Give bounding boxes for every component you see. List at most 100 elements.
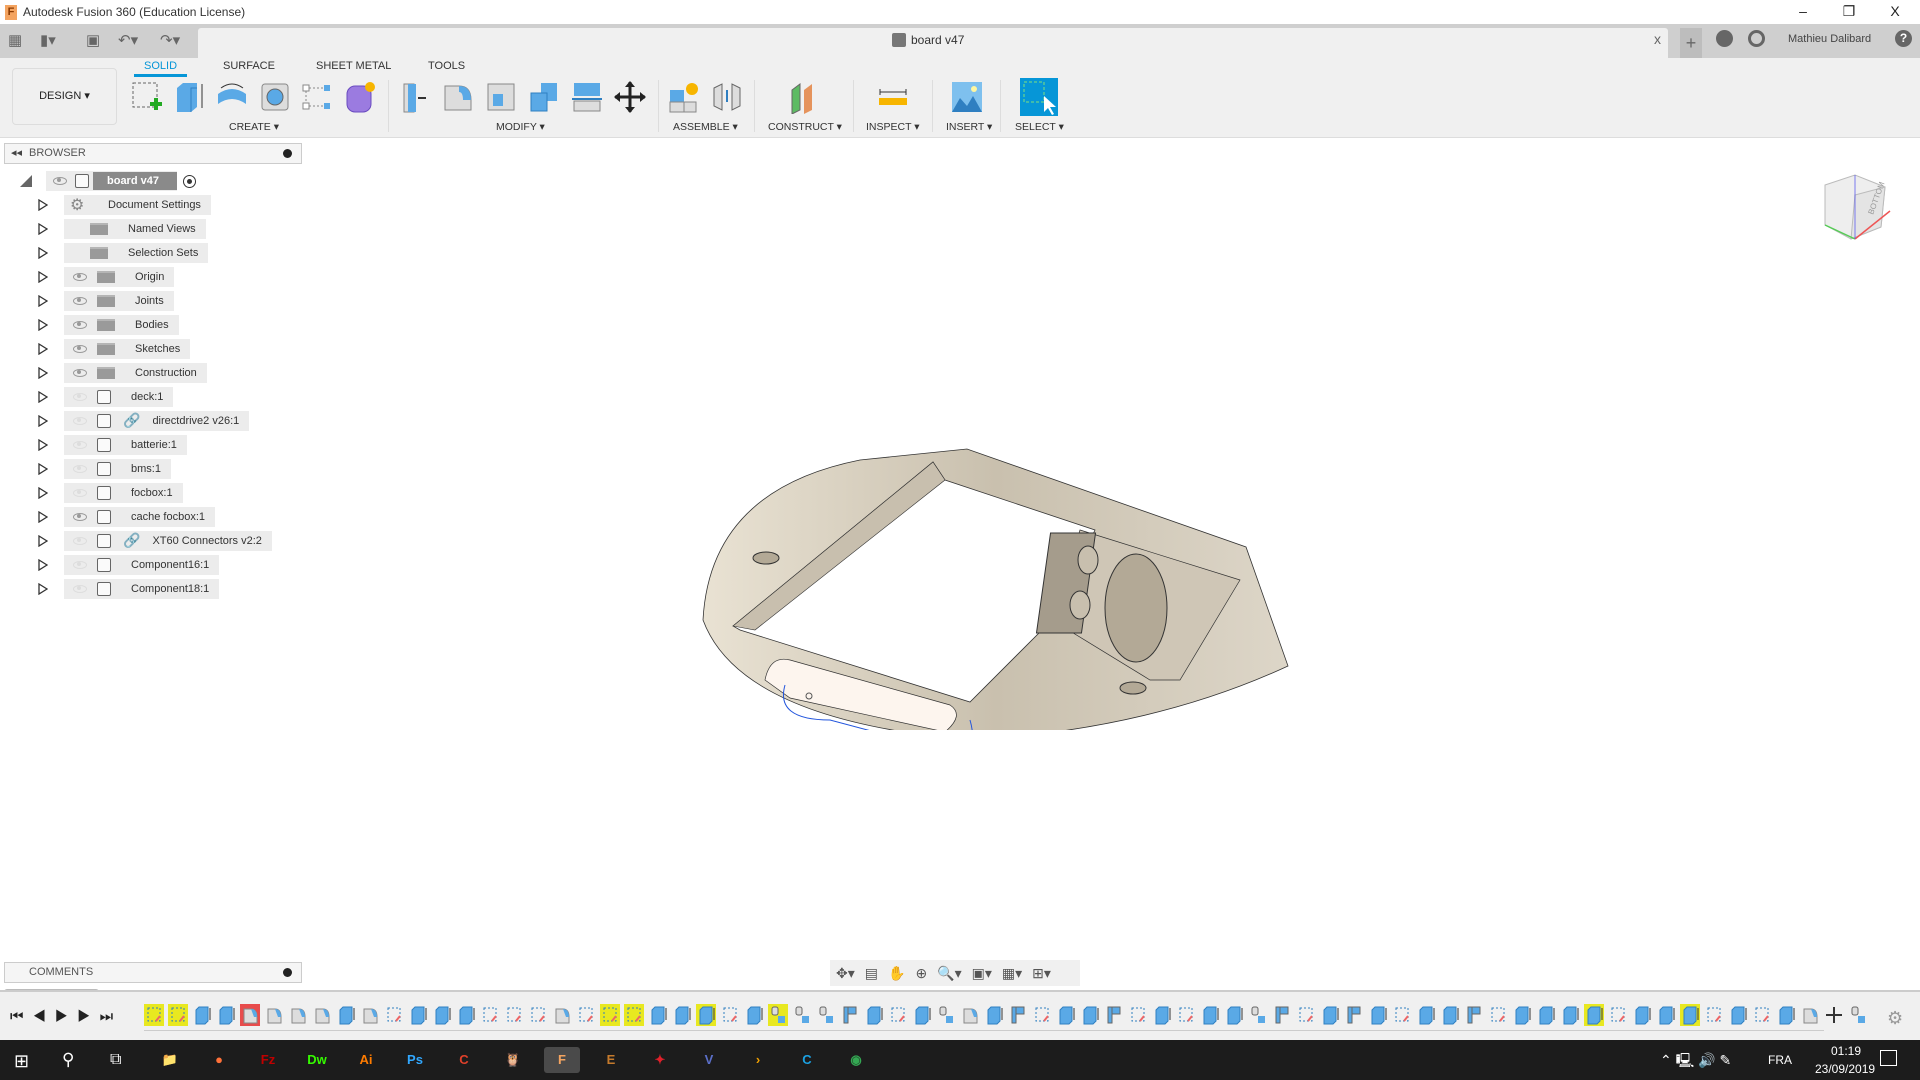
move-copy-icon[interactable]: [613, 80, 647, 114]
timeline-feature-joint[interactable]: [792, 1004, 812, 1026]
press-pull-icon[interactable]: [398, 80, 432, 114]
task-view-icon[interactable]: ⧉: [110, 1051, 121, 1069]
close-button[interactable]: X: [1872, 0, 1918, 24]
taskbar-app-icon[interactable]: Ai: [353, 1047, 379, 1073]
expand-triangle-icon[interactable]: [38, 415, 48, 427]
tab-solid[interactable]: SOLID: [134, 60, 188, 77]
browser-item[interactable]: ⚙ Document Settings: [38, 195, 211, 215]
timeline-track[interactable]: [144, 1030, 1824, 1031]
timeline-feature-sketch[interactable]: [1296, 1004, 1316, 1026]
timeline-feature-extrude[interactable]: [432, 1004, 452, 1026]
timeline-feature-chamfer[interactable]: [264, 1004, 284, 1026]
expand-triangle-icon[interactable]: [38, 343, 48, 355]
orbit-icon[interactable]: ✥▾: [836, 965, 855, 982]
timeline-feature-joint[interactable]: [1848, 1004, 1868, 1026]
taskbar-app-icon[interactable]: ✦: [647, 1047, 673, 1073]
new-tab-button[interactable]: +: [1680, 28, 1702, 58]
expand-triangle-icon[interactable]: [38, 367, 48, 379]
timeline-feature-combine[interactable]: [744, 1004, 764, 1026]
timeline-feature-sketch[interactable]: [480, 1004, 500, 1026]
timeline-feature-extrude[interactable]: [1584, 1004, 1604, 1026]
timeline-feature-extrude[interactable]: [456, 1004, 476, 1026]
expanded-triangle-icon[interactable]: [20, 175, 32, 187]
browser-item[interactable]: Component18:1: [38, 579, 220, 599]
timeline-settings-gear-icon[interactable]: ⚙: [1887, 1008, 1903, 1029]
taskbar-app-icon[interactable]: V: [696, 1047, 722, 1073]
tab-surface[interactable]: SURFACE: [223, 60, 275, 72]
create-sketch-icon[interactable]: [130, 80, 164, 114]
pan-icon[interactable]: ✋: [888, 965, 905, 982]
timeline-feature-fillet[interactable]: [360, 1004, 380, 1026]
timeline-feature-sketch[interactable]: [504, 1004, 524, 1026]
help-button[interactable]: ?: [1895, 30, 1912, 47]
language-indicator[interactable]: FRA: [1768, 1053, 1792, 1067]
visibility-eye-icon[interactable]: [73, 561, 87, 569]
select-group-label[interactable]: SELECT ▾: [1015, 121, 1064, 133]
expand-triangle-icon[interactable]: [38, 535, 48, 547]
timeline-feature-sketch[interactable]: [1752, 1004, 1772, 1026]
timeline-feature-sketch[interactable]: [600, 1004, 620, 1026]
browser-item[interactable]: Construction: [38, 363, 207, 383]
taskbar-app-icon[interactable]: Ps: [402, 1047, 428, 1073]
select-icon[interactable]: [1020, 78, 1058, 116]
timeline-feature-extrude[interactable]: [672, 1004, 692, 1026]
timeline-feature-sketch[interactable]: [1608, 1004, 1628, 1026]
timeline-feature-fillet[interactable]: [312, 1004, 332, 1026]
expand-triangle-icon[interactable]: [38, 391, 48, 403]
timeline-feature-plane[interactable]: [1464, 1004, 1484, 1026]
expand-triangle-icon[interactable]: [38, 199, 48, 211]
visibility-eye-icon[interactable]: [73, 417, 87, 425]
browser-item[interactable]: 🔗 directdrive2 v26:1: [38, 411, 250, 431]
expand-triangle-icon[interactable]: [38, 559, 48, 571]
browser-item[interactable]: Joints: [38, 291, 174, 311]
timeline-feature-split[interactable]: [1200, 1004, 1220, 1026]
visibility-eye-icon[interactable]: [73, 393, 87, 401]
timeline-feature-combine[interactable]: [1224, 1004, 1244, 1026]
expand-triangle-icon[interactable]: [38, 511, 48, 523]
zoom-icon[interactable]: ⊕: [915, 965, 927, 982]
timeline-feature-fillet[interactable]: [1800, 1004, 1820, 1026]
activate-radio-icon[interactable]: [182, 174, 196, 188]
hole-icon[interactable]: [258, 80, 292, 114]
create-form-icon[interactable]: [343, 80, 377, 114]
browser-item[interactable]: Origin: [38, 267, 175, 287]
viewports-icon[interactable]: ⊞▾: [1032, 965, 1051, 982]
offset-plane-icon[interactable]: [786, 80, 820, 114]
revolve-icon[interactable]: [215, 80, 249, 114]
construct-group-label[interactable]: CONSTRUCT ▾: [768, 121, 842, 133]
browser-item[interactable]: cache focbox:1: [38, 507, 215, 527]
undo-icon[interactable]: ↶▾: [118, 31, 138, 49]
split-face-icon[interactable]: [570, 80, 604, 114]
timeline-feature-split[interactable]: [984, 1004, 1004, 1026]
expand-triangle-icon[interactable]: [38, 271, 48, 283]
user-name[interactable]: Mathieu Dalibard: [1788, 33, 1871, 45]
tab-sheet-metal[interactable]: SHEET METAL: [316, 60, 391, 72]
modify-group-label[interactable]: MODIFY ▾: [496, 121, 545, 133]
grid-settings-icon[interactable]: ▦▾: [1002, 965, 1022, 982]
visibility-eye-icon[interactable]: [73, 441, 87, 449]
timeline-playback-controls[interactable]: ⏮◀▶▶⏭: [10, 1008, 122, 1025]
visibility-eye-icon[interactable]: [73, 369, 87, 377]
timeline-feature-extrude[interactable]: [912, 1004, 932, 1026]
browser-item[interactable]: Sketches: [38, 339, 191, 359]
expand-triangle-icon[interactable]: [38, 463, 48, 475]
redo-icon[interactable]: ↷▾: [160, 31, 180, 49]
joint-icon[interactable]: [710, 80, 744, 114]
visibility-eye-icon[interactable]: [73, 537, 87, 545]
timeline-feature-combine[interactable]: [408, 1004, 428, 1026]
inspect-group-label[interactable]: INSPECT ▾: [866, 121, 920, 133]
taskbar-app-icon[interactable]: ◉: [843, 1047, 869, 1073]
browser-item[interactable]: 🔗 XT60 Connectors v2:2: [38, 531, 272, 551]
tray-icons[interactable]: ⌃ 🖳 🔊 ✎: [1660, 1050, 1731, 1074]
taskbar-app-icon[interactable]: Fz: [255, 1047, 281, 1073]
browser-panel-header[interactable]: ◂◂ BROWSER: [4, 143, 302, 164]
action-center-icon[interactable]: [1880, 1050, 1897, 1066]
timeline-feature-sketch[interactable]: [144, 1004, 164, 1026]
timeline-feature-fillet[interactable]: [552, 1004, 572, 1026]
apps-grid-icon[interactable]: ▦: [8, 31, 22, 49]
visibility-eye-icon[interactable]: [73, 465, 87, 473]
browser-item[interactable]: Selection Sets: [38, 243, 209, 263]
notifications-clock-icon[interactable]: [1748, 30, 1765, 47]
expand-triangle-icon[interactable]: [38, 583, 48, 595]
timeline-feature-extrude[interactable]: [1368, 1004, 1388, 1026]
